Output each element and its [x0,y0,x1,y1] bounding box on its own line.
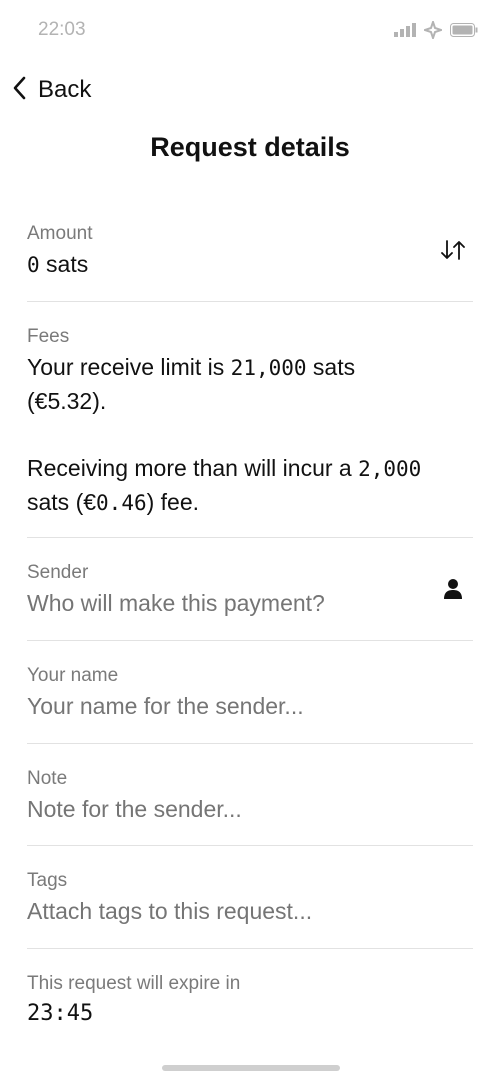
your-name-input[interactable] [27,690,427,722]
amount-value[interactable]: 0 sats [27,248,473,281]
amount-unit: sats [46,251,89,277]
status-bar: 22:03 [0,0,500,60]
receive-limit-text: Your receive limit is 21,000 sats (€5.32)… [27,351,473,418]
back-label: Back [38,76,92,103]
swap-arrows-icon[interactable] [440,238,466,267]
note-label: Note [27,768,68,789]
fees-text: Your receive limit is 21,000 sats (€5.32)… [27,351,473,520]
divider [27,948,473,949]
amount-field[interactable]: Amount 0 sats [27,222,473,281]
tags-field: Tags [27,869,473,927]
note-field: Note [27,767,473,825]
divider [27,845,473,846]
expiry-label: This request will expire in [27,973,241,994]
sender-label: Sender [27,562,89,583]
note-input[interactable] [27,793,427,825]
amount-label: Amount [27,223,93,244]
receive-limit-prefix: Your receive limit is [27,354,231,380]
expiry-field[interactable]: This request will expire in 23:45 [27,972,473,1030]
receive-limit-fiat: (€5.32). [27,388,107,414]
fees-section: Fees Your receive limit is 21,000 sats (€… [27,325,473,520]
chevron-left-icon [10,75,30,106]
receive-limit-amount: 21,000 [230,356,307,380]
fee-warning-text: Receiving more than will incur a 2,000 sa… [27,452,473,520]
wifi-icon [421,18,445,44]
fee-amount: 2,000 [358,457,422,481]
status-time: 22:03 [38,19,86,40]
divider [27,301,473,302]
fee-fiat: 0.46 [96,491,147,515]
signal-icon [394,23,416,42]
battery-icon [450,23,478,42]
fees-label: Fees [27,326,70,347]
divider [27,537,473,538]
fee-suffix: ) fee. [146,489,200,515]
home-indicator[interactable] [162,1065,340,1071]
expiry-value: 23:45 [27,1001,94,1026]
divider [27,743,473,744]
contact-person-icon[interactable] [443,578,463,605]
your-name-label: Your name [27,665,119,686]
page-title: Request details [150,132,350,162]
fee-unit: sats (€ [27,489,97,515]
sender-field: Sender [27,561,473,619]
amount-number: 0 [27,253,40,277]
your-name-field: Your name [27,664,473,722]
status-icons [394,18,478,44]
tags-label: Tags [27,870,68,891]
receive-limit-unit: sats [306,354,356,380]
divider [27,640,473,641]
back-button[interactable]: Back [10,72,91,108]
tags-input[interactable] [27,895,427,927]
fee-warning-prefix: Receiving more than will incur a [27,455,359,481]
sender-input[interactable] [27,587,427,619]
